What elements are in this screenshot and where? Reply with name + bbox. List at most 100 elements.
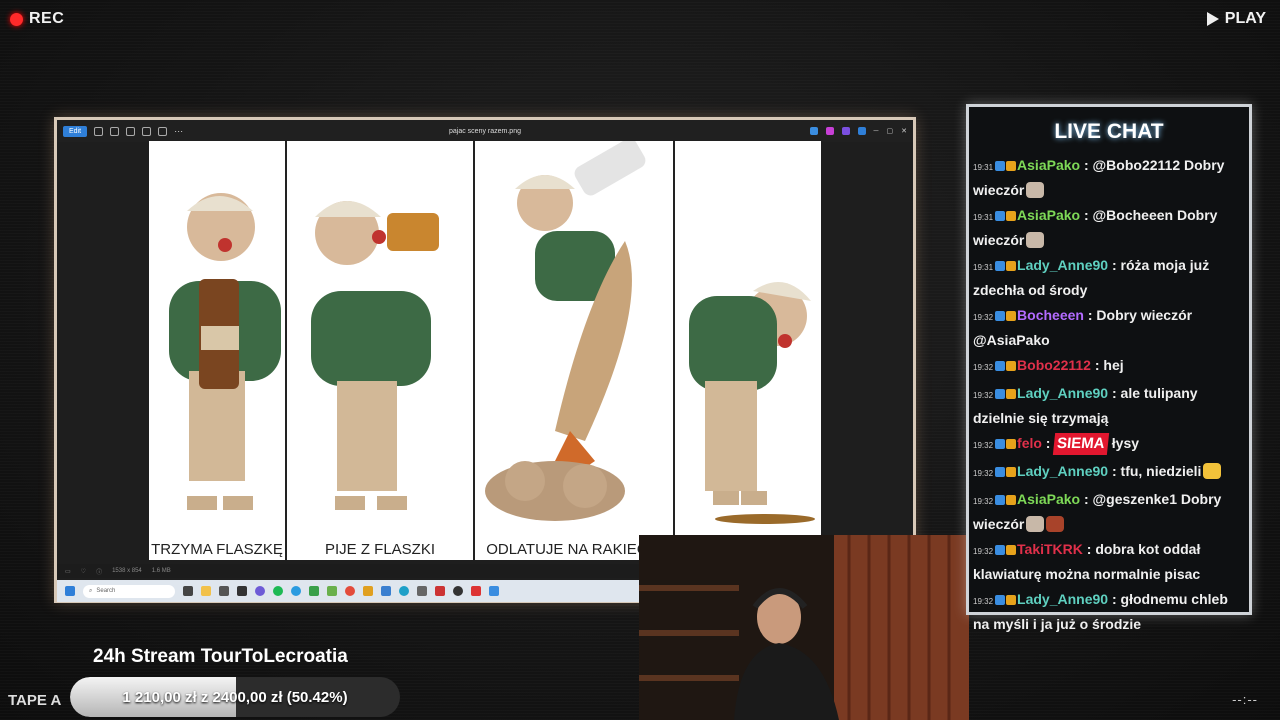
message-time: 19:32 bbox=[973, 469, 994, 478]
sub-badge-icon bbox=[1006, 389, 1017, 399]
windows-start-icon[interactable] bbox=[65, 586, 75, 596]
app-icon[interactable] bbox=[309, 586, 319, 596]
sub-badge-icon bbox=[1006, 361, 1017, 371]
app-icon[interactable] bbox=[471, 586, 481, 596]
chat-message: 19:32 TakiTKRK : dobra kot oddał klawiatu… bbox=[973, 541, 1201, 582]
app-icon[interactable] bbox=[453, 586, 463, 596]
chat-message: 19:32 Lady_Anne90 : ale tulipany dzielnie… bbox=[973, 385, 1198, 426]
more-icon[interactable]: ⋯ bbox=[174, 126, 183, 137]
dog-emote-icon bbox=[1026, 232, 1045, 248]
spotify-icon[interactable] bbox=[273, 586, 283, 596]
record-dot-icon bbox=[10, 12, 23, 26]
cloud-icon[interactable] bbox=[857, 127, 866, 135]
rec-indicator: REC bbox=[10, 10, 64, 28]
edge-icon[interactable] bbox=[291, 586, 301, 596]
chat-message: 19:32 Bobo22112 : hej bbox=[973, 357, 1124, 373]
panel-4 bbox=[675, 141, 821, 560]
message-time: 19:32 bbox=[973, 391, 994, 400]
screen-capture: Edit ⋯ pajac sceny razem.png ─ ▢ ✕ TRZYM… bbox=[54, 117, 916, 603]
info-icon[interactable]: ⓘ bbox=[96, 567, 102, 576]
chat-username[interactable]: AsiaPako bbox=[1017, 157, 1080, 173]
maximize-icon[interactable]: ▢ bbox=[887, 127, 894, 135]
caption-2: PIJE Z FLASZKI bbox=[324, 541, 436, 558]
image-dimensions: 1538 x 854 bbox=[112, 568, 142, 574]
app-icon[interactable] bbox=[327, 586, 337, 596]
app-icon[interactable] bbox=[399, 586, 409, 596]
chat-username[interactable]: TakiTKRK bbox=[1017, 541, 1083, 557]
print-icon[interactable] bbox=[126, 126, 136, 136]
message-time: 19:31 bbox=[973, 213, 994, 222]
tape-label: TAPE A bbox=[8, 692, 62, 709]
minimize-icon[interactable]: ─ bbox=[874, 128, 879, 135]
rotate-icon[interactable] bbox=[94, 126, 104, 136]
discord-icon[interactable] bbox=[255, 586, 265, 596]
explorer-icon[interactable] bbox=[201, 586, 211, 596]
chat-message: 19:31 AsiaPako : @Bobo22112 Dobry wieczór bbox=[973, 157, 1225, 198]
chat-username[interactable]: Lady_Anne90 bbox=[1017, 385, 1108, 401]
sub-badge-icon bbox=[1006, 595, 1017, 605]
app-icon[interactable] bbox=[363, 586, 373, 596]
taskbar-search[interactable]: ⌕ Search bbox=[83, 584, 175, 598]
figure-sad bbox=[689, 282, 815, 524]
app-icon[interactable] bbox=[219, 586, 229, 596]
play-indicator: PLAY bbox=[1206, 10, 1266, 28]
designer-icon[interactable] bbox=[841, 127, 850, 135]
app-icon[interactable] bbox=[489, 586, 499, 596]
sub-badge-icon bbox=[1006, 311, 1017, 321]
search-placeholder: Search bbox=[96, 588, 116, 594]
webcam-feed bbox=[639, 535, 969, 720]
app-icon[interactable] bbox=[435, 586, 445, 596]
siema-emote: SIEMA bbox=[1053, 433, 1110, 455]
meat-emote-icon bbox=[1046, 516, 1065, 532]
sub-badge-icon bbox=[1006, 211, 1017, 221]
close-icon[interactable]: ✕ bbox=[901, 127, 907, 135]
chat-username[interactable]: Lady_Anne90 bbox=[1017, 591, 1108, 607]
delete-icon[interactable] bbox=[110, 126, 120, 136]
figure-holding-bottle bbox=[169, 193, 281, 510]
rec-label: REC bbox=[29, 10, 65, 27]
chat-username[interactable]: AsiaPako bbox=[1017, 207, 1080, 223]
chat-username[interactable]: Bocheeen bbox=[1017, 307, 1084, 323]
paint-icon[interactable] bbox=[825, 127, 834, 135]
app-icon[interactable] bbox=[381, 586, 391, 596]
sub-badge-icon bbox=[1006, 261, 1017, 271]
panel-3: ODLATUJE NA RAKIECIE bbox=[475, 141, 675, 560]
caption-1: TRZYMA FLASZKĘ bbox=[151, 541, 283, 558]
webcam-image bbox=[639, 535, 969, 720]
sub-badge-icon bbox=[1006, 495, 1017, 505]
viewer-toolbar: Edit ⋯ pajac sceny razem.png ─ ▢ ✕ bbox=[57, 120, 913, 142]
chat-username[interactable]: Bobo22112 bbox=[1017, 357, 1091, 373]
mail-icon[interactable] bbox=[237, 586, 247, 596]
chat-text: hej bbox=[1103, 357, 1124, 373]
user-badge-icon bbox=[995, 361, 1006, 371]
filmstrip-icon[interactable]: ▭ bbox=[65, 568, 71, 575]
chat-text: tfu, niedzieli bbox=[1120, 463, 1202, 479]
message-time: 19:32 bbox=[973, 313, 994, 322]
share-icon[interactable] bbox=[142, 126, 152, 136]
chat-text: łysy bbox=[1111, 435, 1140, 451]
edit-button[interactable]: Edit bbox=[63, 125, 88, 137]
ai-icon[interactable] bbox=[809, 127, 818, 135]
slideshow-icon[interactable] bbox=[158, 126, 168, 136]
chat-message: 19:32 Lady_Anne90 : tfu, niedzieli bbox=[973, 460, 1245, 485]
task-view-icon[interactable] bbox=[183, 586, 193, 596]
chrome-icon[interactable] bbox=[345, 586, 355, 596]
chat-message: 19:32 Bocheeen : Dobry wieczór @AsiaPako bbox=[973, 307, 1193, 348]
chat-username[interactable]: felo bbox=[1017, 435, 1042, 451]
message-time: 19:32 bbox=[973, 497, 994, 506]
dog-emote-icon bbox=[1026, 516, 1045, 532]
tape-counter: --:-- bbox=[1232, 692, 1258, 707]
figure-drinking bbox=[311, 201, 439, 510]
panel-2: PIJE Z FLASZKI bbox=[287, 141, 475, 560]
user-badge-icon bbox=[995, 161, 1006, 171]
chat-messages: 19:31 AsiaPako : @Bobo22112 Dobry wieczór… bbox=[973, 154, 1245, 635]
favorite-icon[interactable]: ♡ bbox=[81, 568, 86, 575]
user-badge-icon bbox=[995, 595, 1006, 605]
windows-taskbar: ⌕ Search bbox=[57, 580, 641, 602]
chat-username[interactable]: Lady_Anne90 bbox=[1017, 463, 1108, 479]
app-icon[interactable] bbox=[417, 586, 427, 596]
user-badge-icon bbox=[995, 439, 1006, 449]
chat-username[interactable]: AsiaPako bbox=[1017, 491, 1080, 507]
file-title: pajac sceny razem.png bbox=[449, 127, 521, 135]
chat-username[interactable]: Lady_Anne90 bbox=[1017, 257, 1108, 273]
